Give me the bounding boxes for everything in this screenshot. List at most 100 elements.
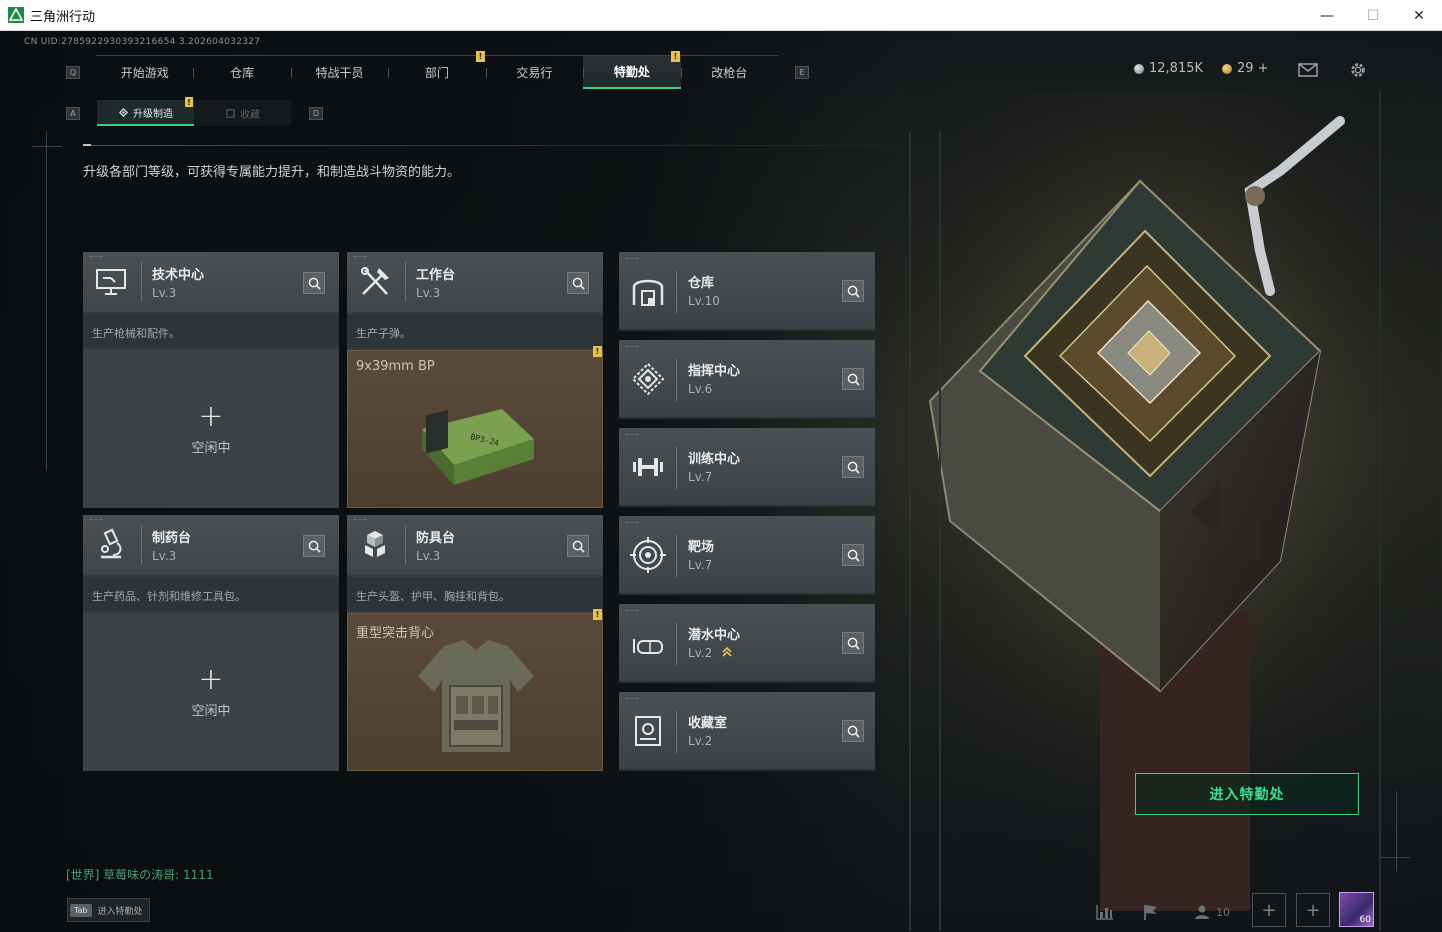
player-avatar[interactable]: 60 [1339,892,1374,927]
special-ops-alert-badge: ! [671,51,680,62]
flag-button[interactable] [1134,895,1168,929]
craft-icon [118,107,129,117]
frame-line [46,131,47,471]
facility-search-button[interactable] [303,535,325,557]
facility-search-button[interactable] [842,632,864,654]
plus-icon: + [198,661,224,697]
facility-level: Lv.2 [688,646,732,660]
settings-gear-icon[interactable] [1348,61,1368,79]
tab-start-game[interactable]: 开始游戏 [96,56,193,89]
facility-description: 生产药品、针剂和维修工具包。 [83,577,339,611]
subtab-collection[interactable]: 收藏 [194,100,291,126]
armor-alert-badge: ! [593,609,602,620]
dumbbell-icon [633,458,663,476]
subtab-upgrade-craft[interactable]: 升级制造 [97,100,194,126]
minimize-button[interactable]: — [1304,0,1350,31]
facility-search-button[interactable] [842,456,864,478]
side-facility-training-center[interactable]: 训练中心 Lv.7 [619,428,875,507]
facility-name: 防具台 [416,531,456,546]
facility-level: Lv.2 [688,734,713,748]
friends-icon [1195,905,1209,919]
mail-icon[interactable] [1298,61,1318,79]
facility-description: 生产枪械和配件。 [83,314,339,348]
upgrade-alert-badge: ! [185,97,193,107]
monitor-icon [96,269,126,295]
plus-icon: + [198,398,224,434]
facility-search-button[interactable] [842,368,864,390]
facility-search-button[interactable] [567,272,589,294]
search-icon [847,549,860,562]
search-icon [572,540,585,553]
plus-icon: + [1261,899,1277,921]
facility-search-button[interactable] [303,272,325,294]
silver-amount: 12,815K [1149,61,1204,76]
tab-hint[interactable]: Tab 进入特勤处 [67,898,150,922]
facility-card-tech-center[interactable]: 技术中心 Lv.3 生产枪械和配件。 + 空闲中 [83,252,339,508]
description-divider [83,145,906,146]
friends-count: 10 [1216,905,1230,919]
nav-next-key[interactable]: E [795,66,809,79]
upgrade-arrow-icon [722,646,732,657]
subtab-collection-label: 收藏 [240,109,260,121]
diving-mask-icon [633,639,663,654]
subnav-next-key[interactable]: D [309,107,323,120]
search-icon [308,540,321,553]
plus-icon: + [1305,899,1321,921]
workbench-alert-badge: ! [593,346,602,357]
game-viewport: CN UID:2785922930393216654 3.20260403232… [0,31,1442,932]
production-slot-idle[interactable]: + 空闲中 [83,350,339,508]
idle-status: 空闲中 [191,440,231,456]
gold-coin-icon [1222,63,1232,74]
facility-name: 工作台 [416,268,456,283]
nav-prev-key[interactable]: Q [66,66,80,79]
collection-icon [635,716,661,746]
production-slot-idle[interactable]: + 空闲中 [83,613,339,771]
facility-name: 靶场 [688,540,715,555]
stats-button[interactable] [1088,895,1122,929]
facility-card-armor-bench[interactable]: 防具台 Lv.3 生产头盔、护甲、胸挂和背包。 重型突击背心 [347,515,603,771]
facility-card-workbench[interactable]: 工作台 Lv.3 生产子弹。 9x39mm BP BP3-24 [347,252,603,508]
tab-departments[interactable]: 部门 [388,56,485,89]
tab-warehouse[interactable]: 仓库 [193,56,290,89]
facility-header: 制药台 Lv.3 [83,515,339,575]
side-facility-command-center[interactable]: 指挥中心 Lv.6 [619,340,875,419]
friends-button[interactable]: 10 [1190,895,1234,929]
side-facility-diving-center[interactable]: 潜水中心 Lv.2 [619,604,875,683]
subnav-prev-key[interactable]: A [66,107,80,120]
side-facility-shooting-range[interactable]: 靶场 Lv.7 [619,516,875,595]
facility-level: Lv.3 [416,286,441,300]
departments-alert-badge: ! [476,51,485,62]
silver-currency: 12,815K [1134,61,1203,76]
facility-name: 仓库 [688,276,715,291]
frame-line [1380,857,1410,858]
tab-special-ops[interactable]: 特勤处 [583,56,681,89]
add-slot-button[interactable]: + [1296,893,1330,927]
facility-search-button[interactable] [842,544,864,566]
production-slot-active[interactable]: 9x39mm BP BP3-24 [347,350,603,508]
close-button[interactable]: ✕ [1396,0,1442,31]
add-slot-button[interactable]: + [1252,893,1286,927]
tab-operators[interactable]: 特战干员 [290,56,388,89]
silver-coin-icon [1134,63,1144,74]
production-slot-active[interactable]: 重型突击背心 [347,613,603,771]
facility-level: Lv.7 [688,470,713,484]
armor-vest-image [418,640,534,752]
search-icon [847,373,860,386]
tab-trading[interactable]: 交易行 [485,56,583,89]
facility-search-button[interactable] [567,535,589,557]
facility-header: 工作台 Lv.3 [347,252,603,312]
gold-currency[interactable]: 29 + [1222,61,1269,76]
facility-name: 收藏室 [688,716,728,731]
facility-search-button[interactable] [842,280,864,302]
facility-search-button[interactable] [842,720,864,742]
enter-special-ops-button[interactable]: 进入特勤处 [1135,773,1359,815]
tab-gunsmith[interactable]: 改枪台 [680,56,778,89]
world-chat-message[interactable]: [世界] 草莓味の涛哥: 1111 [66,866,214,883]
facility-card-pharmacy[interactable]: 制药台 Lv.3 生产药品、针剂和维修工具包。 + 空闲中 [83,515,339,771]
side-facility-warehouse[interactable]: 仓库 Lv.10 [619,252,875,331]
side-facility-collection-room[interactable]: 收藏室 Lv.2 [619,692,875,771]
search-icon [847,285,860,298]
player-uid: CN UID:2785922930393216654 3.20260403232… [24,37,261,47]
collection-tab-icon [226,108,235,118]
maximize-button[interactable]: ☐ [1350,0,1396,31]
